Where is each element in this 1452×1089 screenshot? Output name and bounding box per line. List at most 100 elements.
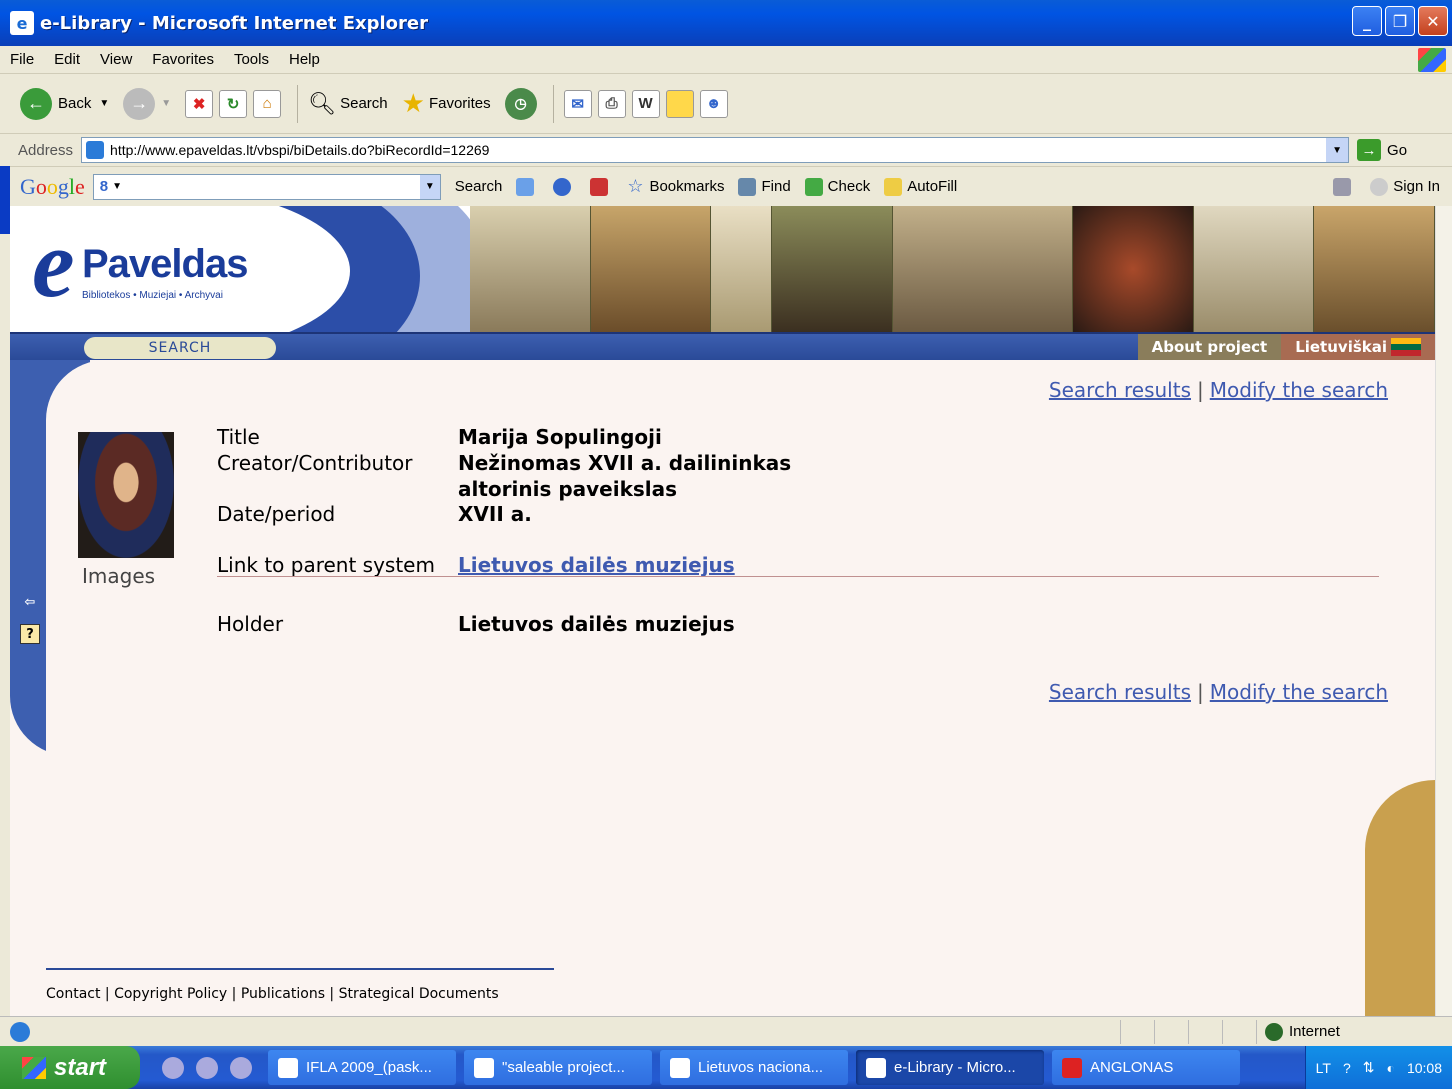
address-input[interactable]: http://www.epaveldas.lt/vbspi/biDetails.… xyxy=(81,137,1350,163)
footer-links: Contact | Copyright Policy | Publication… xyxy=(46,986,499,1002)
settings-wrench-icon[interactable] xyxy=(1333,177,1356,196)
menu-file[interactable]: File xyxy=(10,51,34,68)
search-button[interactable]: 🔍︎ Search xyxy=(308,91,387,117)
google-chat-icon[interactable] xyxy=(553,177,576,196)
google-plus-icon[interactable] xyxy=(516,177,539,196)
parent-system-link-wrap: Lietuvos dailės muziejus xyxy=(458,553,735,577)
modify-search-link[interactable]: Modify the search xyxy=(1210,680,1388,704)
vertical-scrollbar[interactable] xyxy=(1435,206,1452,1016)
header-image xyxy=(1073,206,1194,332)
media-launch-icon[interactable] xyxy=(230,1056,252,1079)
menu-favorites[interactable]: Favorites xyxy=(152,51,214,68)
windows-flag-icon xyxy=(22,1056,46,1079)
search-results-link[interactable]: Search results xyxy=(1049,680,1191,704)
date-label: Date/period xyxy=(217,502,336,526)
minimize-button[interactable]: _ xyxy=(1352,6,1382,36)
holder-label: Holder xyxy=(217,612,284,636)
autofill-button[interactable]: AutoFill xyxy=(884,177,957,196)
taskbar-item[interactable]: IFLA 2009_(pask... xyxy=(268,1050,456,1085)
language-link[interactable]: Lietuviškai xyxy=(1281,334,1435,360)
collapse-arrow-icon[interactable]: ⇦ xyxy=(20,592,40,612)
stop-icon[interactable]: ✖ xyxy=(185,89,214,118)
browser-launch-icon[interactable] xyxy=(196,1056,218,1079)
google-search-input[interactable]: 8 ▼ ▼ xyxy=(92,173,441,200)
close-button[interactable]: ✕ xyxy=(1418,6,1448,36)
contact-link[interactable]: Contact xyxy=(46,986,100,1002)
history-icon[interactable]: ◷ xyxy=(504,87,537,120)
ie-launch-icon[interactable] xyxy=(162,1056,184,1079)
start-button[interactable]: start xyxy=(0,1046,140,1089)
bookmarks-button[interactable]: ☆ Bookmarks xyxy=(627,176,724,197)
taskbar: start IFLA 2009_(pask... "saleable proje… xyxy=(0,1046,1452,1089)
language-indicator[interactable]: LT xyxy=(1316,1060,1331,1076)
epaveldas-logo[interactable]: e Paveldas Bibliotekos • Muziejai • Arch… xyxy=(10,206,490,386)
find-button[interactable]: Find xyxy=(738,177,791,196)
menu-edit[interactable]: Edit xyxy=(54,51,80,68)
taskbar-item[interactable]: Lietuvos naciona... xyxy=(660,1050,848,1085)
restore-button[interactable]: ❐ xyxy=(1385,6,1415,36)
volume-icon[interactable]: ◐ xyxy=(1386,1060,1394,1076)
refresh-icon[interactable]: ↻ xyxy=(219,89,248,118)
toolbar-separator xyxy=(552,84,554,123)
standard-toolbar: ← Back ▼ → ▼ ✖ ↻ ⌂ 🔍︎ Search ★ Favorites ◷… xyxy=(0,74,1452,134)
google-logo[interactable]: Google xyxy=(20,174,85,200)
about-project-link[interactable]: About project xyxy=(1137,334,1282,360)
title-value: Marija Sopulingoji xyxy=(458,425,662,449)
copyright-link[interactable]: Copyright Policy xyxy=(114,986,227,1002)
header-image-strip xyxy=(470,206,1435,332)
network-icon[interactable]: ⇅ xyxy=(1363,1059,1375,1076)
taskbar-item-active[interactable]: e-Library - Micro... xyxy=(856,1050,1044,1085)
publications-link[interactable]: Publications xyxy=(241,986,325,1002)
toolbar-separator xyxy=(297,84,299,123)
header-image xyxy=(772,206,893,332)
record-thumbnail[interactable] xyxy=(78,432,174,558)
clock: 10:08 xyxy=(1406,1059,1442,1076)
check-button[interactable]: Check xyxy=(804,177,870,196)
modify-search-link[interactable]: Modify the search xyxy=(1210,378,1388,402)
bookmark-star-icon: ☆ xyxy=(627,176,644,196)
mail-icon[interactable]: ✉ xyxy=(563,89,592,118)
system-tray: LT ? ⇅ ◐ 10:08 xyxy=(1304,1046,1452,1089)
strategical-link[interactable]: Strategical Documents xyxy=(339,986,499,1002)
page-content: e Paveldas Bibliotekos • Muziejai • Arch… xyxy=(10,206,1435,1016)
holder-value: Lietuvos dailės muziejus xyxy=(458,612,735,636)
parent-system-link[interactable]: Lietuvos dailės muziejus xyxy=(458,553,735,577)
menu-help[interactable]: Help xyxy=(289,51,320,68)
home-icon[interactable]: ⌂ xyxy=(253,89,282,118)
taskbar-item[interactable]: "saleable project... xyxy=(464,1050,652,1085)
bottom-links: Search results | Modify the search xyxy=(1048,680,1388,704)
messenger-icon[interactable]: ☻ xyxy=(699,89,728,118)
menu-bar: File Edit View Favorites Tools Help xyxy=(0,46,1452,74)
right-decoration xyxy=(1365,780,1435,1016)
lithuanian-flag-icon xyxy=(1391,338,1421,356)
favorites-button[interactable]: ★ Favorites xyxy=(402,88,491,119)
google-dropdown-icon[interactable]: ▼ xyxy=(419,174,440,199)
menu-tools[interactable]: Tools xyxy=(234,51,269,68)
divider xyxy=(217,576,1379,577)
google-search-button[interactable]: Search xyxy=(455,178,503,195)
quick-launch xyxy=(162,1056,252,1079)
help-tray-icon[interactable]: ? xyxy=(1343,1060,1351,1076)
page-status-icon xyxy=(10,1021,30,1042)
top-links: Search results | Modify the search xyxy=(1048,378,1388,402)
go-button[interactable]: → Go xyxy=(1357,139,1407,161)
taskbar-item[interactable]: ANGLONAS xyxy=(1052,1050,1240,1085)
popup-blocker-icon[interactable] xyxy=(590,177,613,196)
help-icon[interactable]: ? xyxy=(20,624,40,644)
forward-button[interactable]: → ▼ xyxy=(123,87,171,120)
back-button[interactable]: ← Back ▼ xyxy=(20,87,109,120)
address-dropdown-icon[interactable]: ▼ xyxy=(1326,138,1349,162)
header-image xyxy=(892,206,1074,332)
security-zone: Internet xyxy=(1256,1019,1452,1044)
search-results-link[interactable]: Search results xyxy=(1049,378,1191,402)
page-icon xyxy=(86,141,105,159)
search-tab[interactable]: SEARCH xyxy=(84,337,276,359)
edit-word-icon[interactable]: W xyxy=(631,89,660,118)
print-icon[interactable]: ⎙ xyxy=(597,89,626,118)
sign-in-button[interactable]: Sign In xyxy=(1370,177,1440,196)
discuss-icon[interactable] xyxy=(665,89,694,118)
creator-label: Creator/Contributor xyxy=(217,451,413,475)
forward-arrow-icon: → xyxy=(123,87,156,120)
footer-divider xyxy=(46,968,554,970)
menu-view[interactable]: View xyxy=(100,51,132,68)
